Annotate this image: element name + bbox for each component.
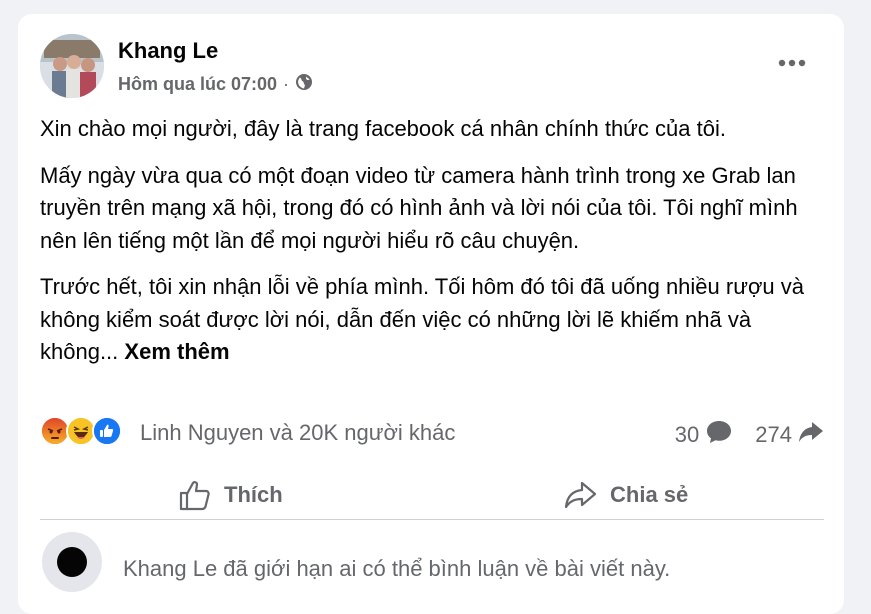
more-horizontal-icon [778,59,806,67]
divider [40,519,824,520]
comment-restriction-notice: Khang Le đã giới hạn ai có thể bình luận… [123,556,671,581]
share-arrow-icon [798,420,824,450]
comment-icon [705,419,733,451]
post-timestamp[interactable]: Hôm qua lúc 07:00 [118,74,277,95]
reaction-summary[interactable]: Linh Nguyen và 20K người khác [140,420,455,446]
share-button[interactable]: Chia sẻ [564,470,688,520]
like-button[interactable]: Thích [178,470,283,520]
reaction-icons[interactable] [40,416,122,446]
post-meta: Hôm qua lúc 07:00 · [118,73,313,96]
engagement-counts: 30 274 [675,419,824,451]
author-name[interactable]: Khang Le [118,38,218,64]
post-paragraph: Xin chào mọi người, đây là trang faceboo… [40,116,726,141]
globe-icon[interactable] [295,73,313,96]
post-body: Xin chào mọi người, đây là trang faceboo… [40,113,830,383]
see-more-link[interactable]: Xem thêm [124,339,229,364]
share-label: Chia sẻ [610,482,689,507]
meta-separator: · [283,74,290,94]
commenter-avatar [42,532,102,592]
comment-count[interactable]: 30 [675,422,699,448]
like-label: Thích [224,482,283,507]
avatar-silhouette [57,547,87,577]
share-count[interactable]: 274 [755,422,792,448]
more-options-button[interactable] [772,48,812,78]
avatar-photo [40,34,104,98]
share-icon [564,481,597,509]
like-reaction-icon [92,416,122,446]
author-avatar[interactable] [40,34,104,98]
post-paragraph: Trước hết, tôi xin nhận lỗi về phía mình… [40,271,830,369]
thumbs-up-icon [179,481,210,511]
post-paragraph: Mấy ngày vừa qua có một đoạn video từ ca… [40,162,798,253]
post-card: Khang Le Hôm qua lúc 07:00 · Xin chào mọ… [18,14,844,614]
